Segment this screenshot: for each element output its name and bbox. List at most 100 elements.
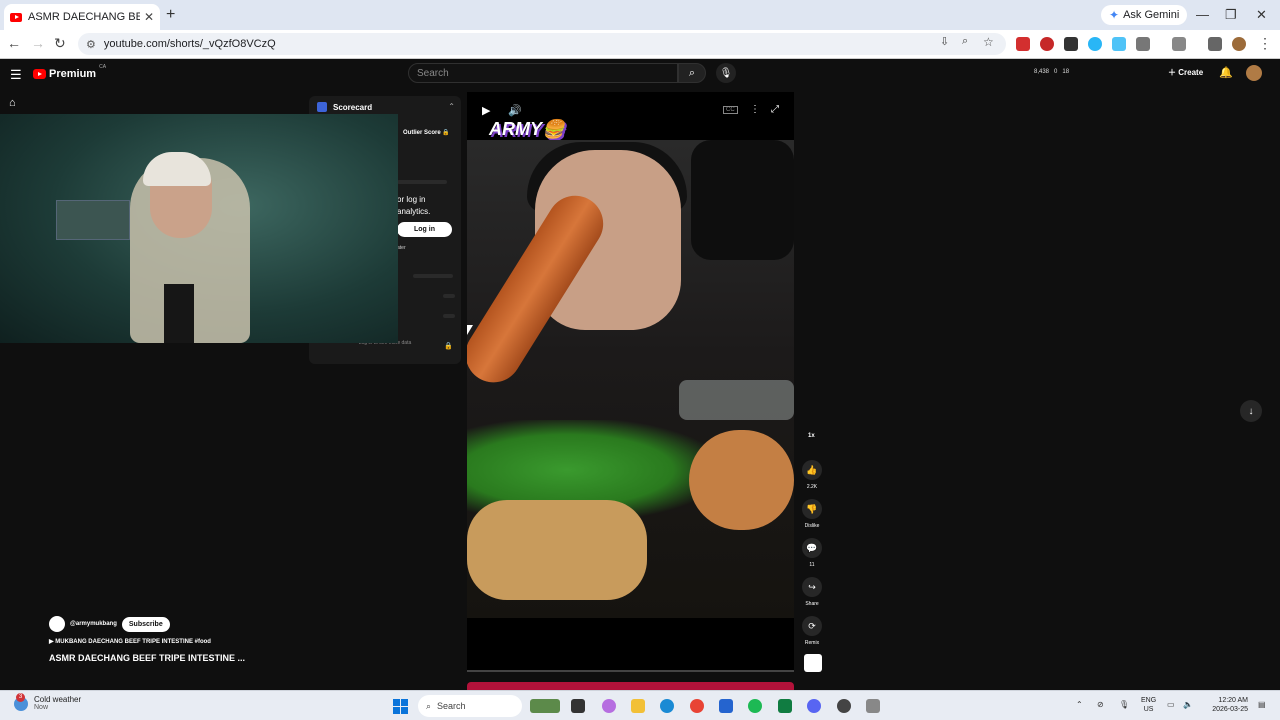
speaker-icon[interactable]: 🔈 (1183, 700, 1193, 709)
notification-center-icon[interactable]: ▤ (1258, 700, 1266, 709)
obs-icon[interactable] (837, 699, 851, 713)
clock-date: 2026-03-25 (1212, 706, 1248, 713)
share-action[interactable]: ↪ Share (800, 577, 824, 607)
dislike-icon[interactable]: 👎 (802, 499, 822, 519)
widget-landscape-icon[interactable] (530, 699, 560, 713)
ask-gemini-button[interactable]: ✦ Ask Gemini (1101, 5, 1188, 25)
profile-avatar-icon[interactable] (1232, 37, 1246, 51)
video-meat-right (689, 430, 794, 530)
side-panel-icon[interactable] (1172, 37, 1186, 51)
like-icon[interactable]: 👍 (802, 460, 822, 480)
outlier-score-label: Outlier Score 🔒 (403, 130, 450, 136)
copilot-icon[interactable] (602, 699, 616, 713)
excel-icon[interactable] (778, 699, 792, 713)
like-action[interactable]: 👍 2.2K (800, 460, 824, 490)
playlist-link[interactable]: ▶ MUKBANG DAECHANG BEEF TRIPE INTESTINE … (49, 638, 211, 645)
search-button[interactable]: ⌕ (678, 63, 706, 83)
remix-icon[interactable]: ⟳ (802, 616, 822, 636)
video-frame[interactable] (467, 140, 794, 618)
youtube-favicon-icon (10, 12, 22, 22)
video-title[interactable]: ASMR DAECHANG BEEF TRIPE INTESTINE ... (49, 653, 245, 663)
spotify-icon[interactable] (748, 699, 762, 713)
channel-name[interactable]: @armymukbang (70, 621, 117, 627)
share-icon[interactable]: ↪ (802, 577, 822, 597)
next-short-preview[interactable] (467, 682, 794, 690)
comment-icon[interactable]: 💬 (802, 538, 822, 558)
extension-blue-icon[interactable] (1088, 37, 1102, 51)
task-view-icon[interactable] (571, 699, 585, 713)
login-message: or log in analytics. (397, 194, 430, 218)
next-video-arrow-icon[interactable]: ↓ (1240, 400, 1262, 422)
tab-title: ASMR DAECHANG BEEF TRIPE (28, 11, 140, 23)
notifications-bell-icon[interactable]: 🔔 (1219, 66, 1233, 79)
home-icon[interactable]: ⌂ (9, 97, 16, 109)
weather-widget[interactable]: 3 Cold weather Now (14, 693, 81, 711)
subscribe-button[interactable]: Subscribe (121, 616, 170, 632)
tray-mic-icon[interactable]: 🎙 (1119, 700, 1129, 709)
reload-icon[interactable]: ↻ (54, 35, 66, 52)
blurred-row (443, 294, 455, 298)
extension-circle-icon[interactable] (1040, 37, 1054, 51)
url-field[interactable]: ⚙ youtube.com/shorts/_vQzfO8VCzQ (78, 33, 1006, 55)
bookmark-star-icon[interactable]: ☆ (983, 35, 994, 49)
language-indicator[interactable]: ENG US (1141, 696, 1156, 714)
play-icon[interactable]: ▶ (482, 104, 490, 117)
search-icon: ⌕ (688, 66, 696, 79)
extension-dark-icon[interactable] (1064, 37, 1078, 51)
clock-time: 12:20 AM (1218, 697, 1248, 704)
audio-thumbnail[interactable] (804, 654, 822, 672)
forward-icon[interactable]: → (31, 35, 45, 51)
captions-icon[interactable]: CC (723, 106, 738, 114)
taskbar-search[interactable]: ⌕ Search (418, 695, 522, 717)
shorts-player[interactable]: ▶ 🔊 CC ⋮ ⤢ ARMY🍔 (467, 92, 794, 672)
site-info-icon[interactable]: ⚙ (86, 38, 96, 51)
windows-start-icon[interactable] (393, 699, 408, 714)
remote-desktop-icon[interactable] (719, 699, 733, 713)
windows-taskbar: 3 Cold weather Now ⌕ Search ⌃ ⊘ 🎙 ENG US… (0, 690, 1280, 720)
playback-speed[interactable]: 1x (808, 433, 815, 439)
file-explorer-icon[interactable] (631, 699, 645, 713)
more-options-icon[interactable]: ⋮ (750, 104, 760, 115)
browser-tab-bar: ASMR DAECHANG BEEF TRIPE ✕ + ✦ Ask Gemin… (0, 0, 1280, 30)
youtube-logo[interactable]: Premium CA (33, 64, 106, 80)
channel-avatar[interactable] (49, 616, 65, 632)
dislike-action[interactable]: 👎 Dislike (800, 499, 824, 529)
scorecard-login-button[interactable]: Log in (397, 222, 452, 237)
create-button[interactable]: ＋ Create (1168, 67, 1203, 78)
browser-tab-active[interactable]: ASMR DAECHANG BEEF TRIPE ✕ (4, 4, 160, 30)
browser-menu-icon[interactable]: ⋮ (1258, 35, 1272, 52)
back-icon[interactable]: ← (7, 35, 21, 51)
close-window-button[interactable]: ✕ (1256, 7, 1267, 23)
display-icon[interactable]: ▭ (1167, 700, 1175, 709)
system-clock[interactable]: 12:20 AM 2026-03-25 (1206, 696, 1248, 714)
volume-icon[interactable]: 🔊 (508, 104, 522, 117)
minimize-button[interactable]: — (1196, 7, 1209, 22)
new-tab-button[interactable]: + (166, 6, 175, 24)
like-count: 2.2K (806, 484, 818, 490)
extension-red-icon[interactable] (1016, 37, 1030, 51)
edge-icon[interactable] (660, 699, 674, 713)
tab-close-icon[interactable]: ✕ (144, 10, 154, 24)
snipping-tool-icon[interactable] (866, 699, 880, 713)
install-app-icon[interactable]: ⇩ (940, 35, 949, 48)
progress-bar[interactable] (467, 670, 794, 672)
tray-chevron-icon[interactable]: ⌃ (1076, 700, 1083, 709)
extension-wave-icon[interactable] (1112, 37, 1126, 51)
network-off-icon[interactable]: ⊘ (1097, 700, 1104, 709)
hamburger-menu-icon[interactable]: ☰ (10, 67, 22, 83)
discord-icon[interactable] (807, 699, 821, 713)
voice-search-button[interactable]: 🎙 (716, 63, 736, 83)
media-icon[interactable] (1208, 37, 1222, 51)
weather-badge: 3 (16, 693, 25, 702)
microphone-icon: 🎙 (719, 67, 733, 79)
account-avatar[interactable] (1246, 65, 1262, 81)
chrome-icon[interactable] (690, 699, 704, 713)
restore-button[interactable]: ❐ (1225, 7, 1237, 23)
zoom-icon[interactable]: ⌕ (962, 35, 968, 48)
fullscreen-icon[interactable]: ⤢ (771, 104, 779, 115)
comments-action[interactable]: 💬 11 (800, 538, 824, 568)
remix-action[interactable]: ⟳ Remix (800, 616, 824, 646)
search-input[interactable]: Search (408, 63, 678, 83)
extensions-puzzle-icon[interactable] (1136, 37, 1150, 51)
chevron-up-icon[interactable]: ⌃ (448, 102, 455, 111)
